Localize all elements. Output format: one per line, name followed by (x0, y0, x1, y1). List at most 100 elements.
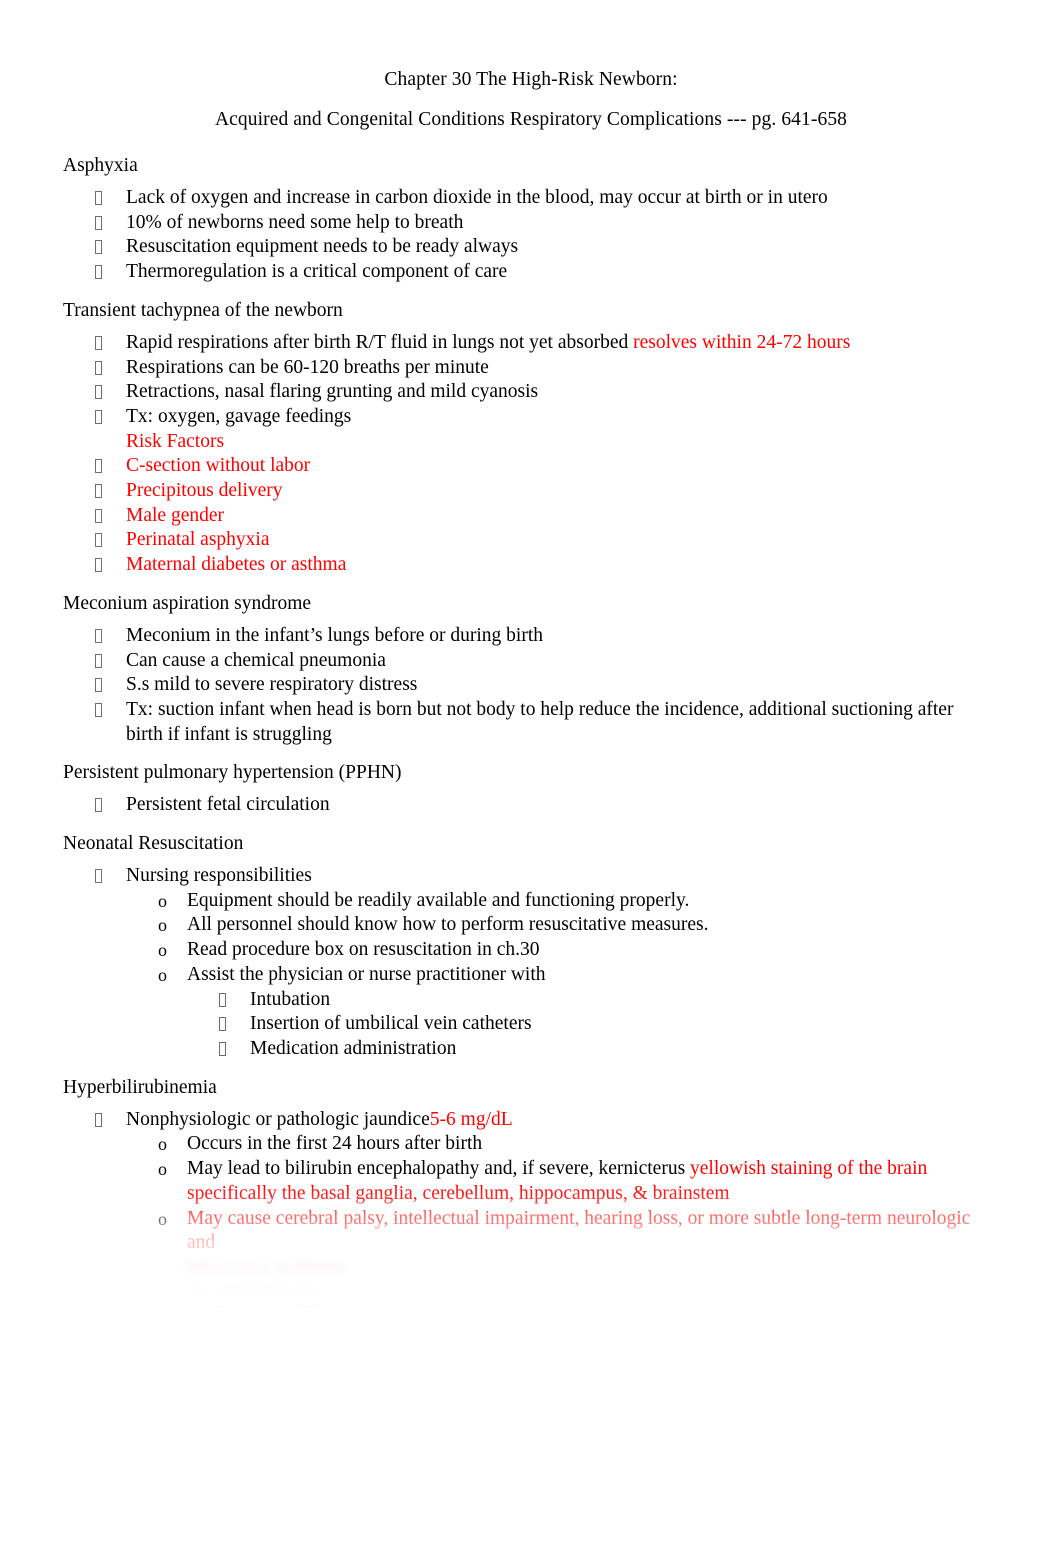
bullet-circle-icon: o (158, 964, 167, 985)
list-item: Insertion of umbilical vein catheters (0, 1012, 1062, 1037)
list-item: Tx: suction infant when head is born but… (0, 698, 1062, 747)
list-asphyxia: Lack of oxygen and increase in carbon di… (0, 178, 1062, 285)
list-item-label: Persistent fetal circulation (126, 794, 330, 816)
section-heading-transient-tachypnea: Transient tachypnea of the newborn (63, 299, 343, 321)
bullet-circle-icon: o (158, 1208, 167, 1229)
list-item: Meconium in the infant’s lungs before or… (0, 624, 1062, 649)
list-item-label: S.s mild to severe respiratory distress (126, 674, 418, 696)
list-item: Respirations can be 60-120 breaths per m… (0, 356, 1062, 381)
list-item-label: 10% of newborns need some help to breath (126, 211, 464, 233)
list-item-label: C-section without labor (126, 455, 311, 477)
list-item-label: Nonphysiologic or pathologic jaundice (126, 1108, 430, 1130)
list-item: Rapid respirations after birth R/T fluid… (0, 331, 1062, 356)
list-item: o May cause cerebral palsy, intellectual… (0, 1207, 1062, 1256)
list-item: Precipitous delivery (0, 479, 1062, 504)
list-item-label: Occurs in the first 24 hours after birth (187, 1133, 483, 1155)
list-item: Tx: oxygen, gavage feedings Risk Factors (0, 405, 1062, 454)
list-item: 10% of newborns need some help to breath (0, 211, 1062, 236)
bullet-circle-icon: o (158, 890, 167, 911)
list-item: Intubation (0, 988, 1062, 1013)
list-item: Can cause a chemical pneumonia (0, 649, 1062, 674)
section-heading-hyperbilirubinemia: Hyperbilirubinemia (63, 1076, 217, 1098)
bullet-box-icon (95, 356, 102, 381)
list-item: Perinatal asphyxia (0, 528, 1062, 553)
list-item-label: Tx: oxygen, gavage feedings (126, 405, 352, 427)
list-item-label: Intubation (250, 988, 331, 1010)
list-item-label: Nursing responsibilities (126, 865, 312, 887)
list-item-label: Retractions, nasal flaring grunting and … (126, 381, 539, 403)
bullet-box-icon (219, 1012, 226, 1037)
document-page: Chapter 30 The High-Risk Newborn: Acquir… (0, 0, 1062, 1556)
list-item: Maternal diabetes or asthma (0, 553, 1062, 578)
list-item: o May lead to bilirubin encephalopathy a… (0, 1157, 1062, 1206)
list-item-label: Meconium in the infant’s lungs before or… (126, 624, 544, 646)
list-item: o Equipment should be readily available … (0, 889, 1062, 914)
list-item-annotation: 5-6 mg/dL (429, 1108, 513, 1130)
list-hyperbilirubinemia: Nonphysiologic or pathologic jaundice5-6… (0, 1100, 1062, 1306)
list-item-subheading: Risk Factors (126, 430, 225, 452)
faded-text-line: o Tx: phototherapy (0, 1281, 1062, 1306)
faded-text-label: Tx: phototherapy (187, 1281, 322, 1303)
faded-text-line: behavioral problems (0, 1256, 1062, 1281)
list-meconium: Meconium in the infant’s lungs before or… (0, 616, 1062, 748)
list-item-label: Resuscitation equipment needs to be read… (126, 236, 519, 258)
title-line-2: Acquired and Congenital Conditions Respi… (214, 109, 848, 130)
bullet-box-icon (95, 405, 102, 430)
bullet-box-icon (95, 504, 102, 529)
bullet-circle-icon: o (158, 1282, 167, 1303)
list-item: Nonphysiologic or pathologic jaundice5-6… (0, 1108, 1062, 1133)
list-item-label: Rapid respirations after birth R/T fluid… (126, 331, 634, 353)
section-heading-meconium: Meconium aspiration syndrome (63, 592, 312, 614)
bullet-box-icon (95, 1108, 102, 1133)
bullet-box-icon (95, 624, 102, 649)
bullet-box-icon (95, 454, 102, 479)
list-item-label: Precipitous delivery (126, 480, 283, 502)
bullet-circle-icon: o (158, 1134, 167, 1155)
list-item: Male gender (0, 504, 1062, 529)
list-item: o Assist the physician or nurse practiti… (0, 963, 1062, 988)
list-item: Resuscitation equipment needs to be read… (0, 235, 1062, 260)
list-pphn: Persistent fetal circulation (0, 785, 1062, 818)
bullet-box-icon (95, 186, 102, 211)
bullet-circle-icon: o (158, 1159, 167, 1180)
bullet-box-icon (95, 553, 102, 578)
section-heading-asphyxia: Asphyxia (63, 155, 138, 176)
bullet-box-icon (95, 479, 102, 504)
list-neonatal-resuscitation: Nursing responsibilities o Equipment sho… (0, 856, 1062, 1062)
list-item-label: Tx: suction infant when head is born but… (126, 698, 954, 745)
list-item-label: All personnel should know how to perform… (187, 914, 709, 936)
bullet-box-icon (95, 673, 102, 698)
bullet-box-icon (219, 1037, 226, 1062)
bullet-box-icon (95, 698, 102, 723)
section-heading-neonatal-resuscitation: Neonatal Resuscitation (63, 833, 244, 855)
list-item-label: Thermoregulation is a critical component… (126, 261, 508, 283)
list-item-label: Maternal diabetes or asthma (126, 554, 347, 576)
bullet-box-icon (95, 793, 102, 818)
list-item-label: Respirations can be 60-120 breaths per m… (126, 356, 489, 378)
bullet-box-icon (95, 528, 102, 553)
list-item-label: Medication administration (250, 1037, 457, 1059)
bullet-box-icon (95, 649, 102, 674)
list-item-label: Male gender (126, 504, 224, 526)
list-item-label: Read procedure box on resuscitation in c… (187, 939, 540, 961)
bullet-box-icon (95, 331, 102, 356)
list-item: Retractions, nasal flaring grunting and … (0, 380, 1062, 405)
list-item: C-section without labor (0, 454, 1062, 479)
list-item-label: Insertion of umbilical vein catheters (250, 1013, 532, 1035)
list-item: o Read procedure box on resuscitation in… (0, 938, 1062, 963)
list-item: Nursing responsibilities (0, 864, 1062, 889)
list-item-label: May lead to bilirubin encephalopathy and… (187, 1158, 691, 1180)
bullet-box-icon (95, 211, 102, 236)
bullet-circle-icon: o (158, 915, 167, 936)
list-item-label: Equipment should be readily available an… (187, 889, 690, 911)
list-item: Medication administration (0, 1037, 1062, 1062)
list-item: S.s mild to severe respiratory distress (0, 673, 1062, 698)
list-item-label: Perinatal asphyxia (126, 529, 270, 551)
list-item-label: Lack of oxygen and increase in carbon di… (126, 187, 828, 208)
document-title-block: Chapter 30 The High-Risk Newborn: Acquir… (0, 0, 1062, 140)
list-item-label: Assist the physician or nurse practition… (187, 963, 546, 985)
bullet-box-icon (95, 864, 102, 889)
list-transient-tachypnea: Rapid respirations after birth R/T fluid… (0, 323, 1062, 578)
faded-text-label: behavioral problems (187, 1256, 347, 1278)
list-item-label: Can cause a chemical pneumonia (126, 649, 386, 671)
